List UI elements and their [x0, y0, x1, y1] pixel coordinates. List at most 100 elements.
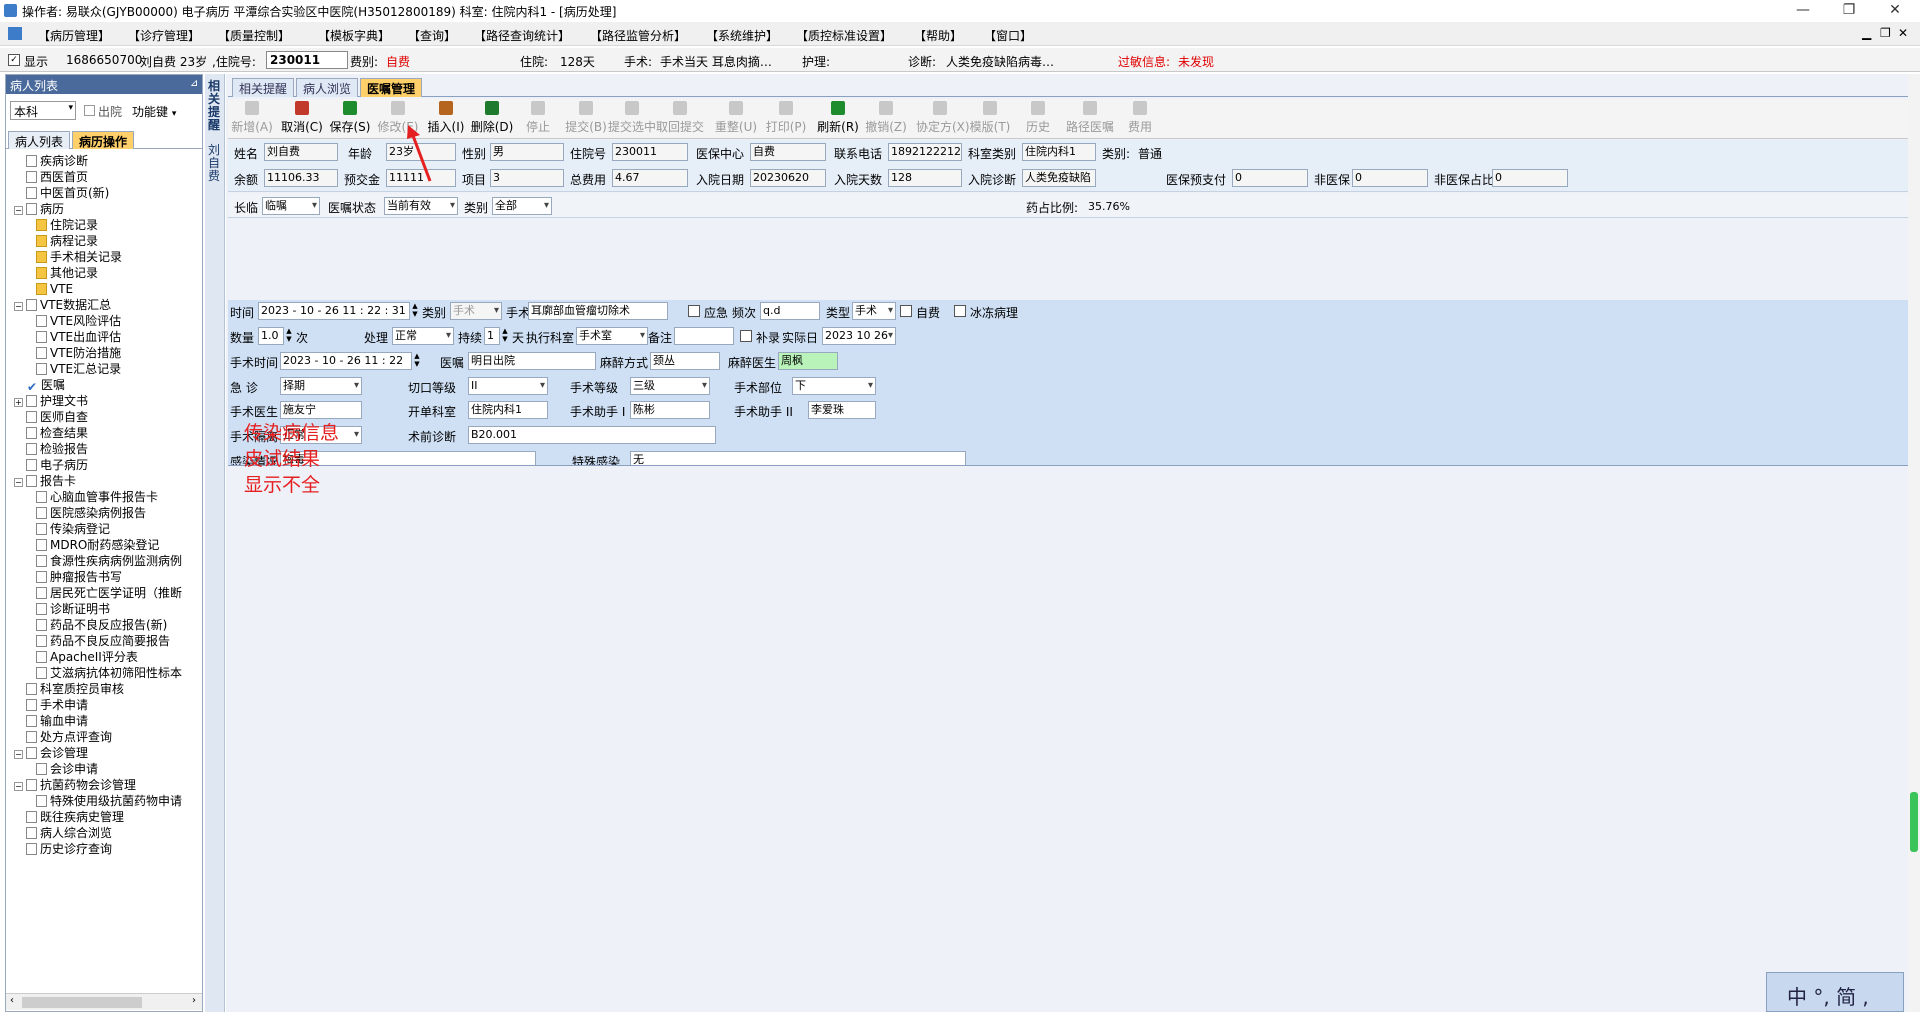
- toolbar-button-revoke[interactable]: 撤销(Z): [862, 101, 910, 137]
- pin-icon[interactable]: ⊿: [190, 78, 198, 89]
- tree-item[interactable]: 既往疾病史管理: [14, 809, 124, 825]
- tree-horizontal-scrollbar[interactable]: ‹ ›: [6, 993, 202, 1010]
- tree-item[interactable]: 传染病登记: [36, 521, 110, 537]
- total-fee-field[interactable]: 4.67: [612, 169, 688, 187]
- tree-item[interactable]: VTE出血评估: [36, 329, 121, 345]
- toolbar-button-delete[interactable]: 删除(D): [468, 101, 516, 137]
- tree-item[interactable]: 食源性疾病病例监测病例: [36, 553, 182, 569]
- menu-record-management[interactable]: 【病历管理】: [38, 27, 110, 44]
- tree-item[interactable]: 输血申请: [14, 713, 88, 729]
- toolbar-button-refresh[interactable]: 刷新(R): [814, 101, 862, 137]
- mdi-minimize-icon[interactable]: ▁: [1862, 26, 1871, 40]
- toolbar-button-fee[interactable]: 费用: [1116, 101, 1164, 137]
- close-button[interactable]: ✕: [1872, 0, 1918, 22]
- tree-item[interactable]: 药品不良反应简要报告: [36, 633, 170, 649]
- scrollbar-thumb[interactable]: [1910, 792, 1918, 852]
- mdi-close-icon[interactable]: ✕: [1898, 26, 1908, 40]
- tree-item[interactable]: 西医首页: [14, 169, 88, 185]
- incision-select[interactable]: II: [468, 377, 548, 395]
- mdi-restore-icon[interactable]: ❐: [1880, 26, 1891, 40]
- op-level-select[interactable]: 三级: [630, 377, 710, 395]
- tree-item[interactable]: 医院感染病例报告: [36, 505, 146, 521]
- special-infection-field[interactable]: 无: [630, 451, 966, 465]
- frozen-pathology-checkbox[interactable]: [954, 305, 966, 317]
- toolbar-button-stop[interactable]: 停止: [514, 101, 562, 137]
- tree-item[interactable]: 住院记录: [36, 217, 98, 233]
- tree-item[interactable]: VTE风险评估: [36, 313, 121, 329]
- ime-widget[interactable]: 中 °, 简 ,: [1766, 972, 1904, 1012]
- toolbar-button-template[interactable]: 模版(T): [966, 101, 1014, 137]
- menu-treatment-management[interactable]: 【诊疗管理】: [128, 27, 200, 44]
- collapse-icon[interactable]: −: [14, 750, 23, 759]
- admission-no-field[interactable]: 230011: [612, 143, 688, 161]
- tree-item[interactable]: 药品不良反应报告(新): [36, 617, 167, 633]
- prepay-field[interactable]: 0: [1232, 169, 1308, 187]
- duration-field[interactable]: 1: [484, 327, 500, 345]
- tree-item[interactable]: VTE: [36, 281, 73, 297]
- tree-item[interactable]: ✔ 医嘱: [14, 377, 65, 394]
- tree-item[interactable]: 会诊申请: [36, 761, 98, 777]
- tree-item[interactable]: − 病历: [14, 201, 64, 217]
- handling-select[interactable]: 正常: [392, 327, 454, 345]
- order-status-select[interactable]: 当前有效: [384, 197, 458, 215]
- collapse-icon[interactable]: −: [14, 478, 23, 487]
- tab-patient-list[interactable]: 病人列表: [8, 131, 71, 149]
- emergency-select[interactable]: 择期: [280, 377, 362, 395]
- assistant2-field[interactable]: 李爱珠: [808, 401, 876, 419]
- admit-diagnosis-field[interactable]: 人类免疫缺陷: [1022, 169, 1096, 187]
- tree-item[interactable]: 心脑血管事件报告卡: [36, 489, 158, 505]
- collapse-icon[interactable]: −: [14, 782, 23, 791]
- tree-item[interactable]: 科室质控员审核: [14, 681, 124, 697]
- collapse-icon[interactable]: −: [14, 302, 23, 311]
- toolbar-button-undo[interactable]: 取消(C): [278, 101, 326, 137]
- tree-item[interactable]: 手术申请: [14, 697, 88, 713]
- tree-item[interactable]: 其他记录: [36, 265, 98, 281]
- admission-number[interactable]: 230011: [266, 51, 348, 69]
- tree-item[interactable]: 疾病诊断: [14, 153, 88, 169]
- tree-item[interactable]: 检验报告: [14, 441, 88, 457]
- sex-field[interactable]: 男: [490, 143, 564, 161]
- self-pay-checkbox[interactable]: [900, 305, 912, 317]
- menu-window[interactable]: 【窗口】: [984, 27, 1032, 44]
- tab-record-operations[interactable]: 病历操作: [72, 131, 135, 149]
- toolbar-button-print[interactable]: 打印(P): [762, 101, 810, 137]
- exec-dept-select[interactable]: 手术室: [576, 327, 648, 345]
- anes-method-field[interactable]: 颈丛: [650, 352, 720, 370]
- tree-item[interactable]: + 护理文书: [14, 393, 88, 409]
- tree-item[interactable]: 肿瘤报告书写: [36, 569, 122, 585]
- maximize-button[interactable]: ❐: [1826, 0, 1872, 22]
- items-field[interactable]: 3: [490, 169, 564, 187]
- assistant1-field[interactable]: 陈彬: [630, 401, 710, 419]
- non-insured-ratio-field[interactable]: 0: [1492, 169, 1568, 187]
- toolbar-button-add[interactable]: 新增(A): [228, 101, 276, 137]
- time-spinner-icon[interactable]: ▲ ▼: [410, 302, 420, 320]
- tree-item[interactable]: 特殊使用级抗菌药物申请: [36, 793, 182, 809]
- tree-item[interactable]: VTE防治措施: [36, 345, 121, 361]
- related-reminders-vertical-tab[interactable]: 相关提醒: [208, 80, 222, 132]
- filter-category-select[interactable]: 全部: [492, 197, 552, 215]
- advice-field[interactable]: 明日出院: [468, 352, 596, 370]
- discharge-checkbox[interactable]: [84, 105, 95, 116]
- quantity-field[interactable]: 1.0: [258, 327, 284, 345]
- tree-item[interactable]: 电子病历: [14, 457, 88, 473]
- tree-item[interactable]: 手术相关记录: [36, 249, 122, 265]
- menu-pathway-supervision[interactable]: 【路径监管分析】: [590, 27, 686, 44]
- name-field[interactable]: 刘自费: [264, 143, 338, 161]
- tree-item[interactable]: 处方点评查询: [14, 729, 112, 745]
- balance-field[interactable]: 11106.33: [264, 169, 338, 187]
- main-vertical-scrollbar[interactable]: [1908, 74, 1920, 1012]
- menu-pathway-statistics[interactable]: 【路径查询统计】: [474, 27, 570, 44]
- makeup-checkbox[interactable]: [740, 330, 752, 342]
- toolbar-button-reorganize[interactable]: 重整(U): [712, 101, 760, 137]
- tree-item[interactable]: MDRO耐药感染登记: [36, 537, 159, 553]
- tree-item[interactable]: 居民死亡医学证明（推断: [36, 585, 182, 601]
- dept-combo[interactable]: 本科 ▾: [10, 101, 76, 120]
- tree-item[interactable]: 检查结果: [14, 425, 88, 441]
- toolbar-button-history[interactable]: 历史: [1014, 101, 1062, 137]
- tree-item[interactable]: − 报告卡: [14, 473, 76, 489]
- dept-field[interactable]: 住院内科1: [1022, 143, 1096, 161]
- admit-date-field[interactable]: 20230620: [750, 169, 826, 187]
- order-category-select[interactable]: 手术: [450, 302, 502, 320]
- tree-item[interactable]: − 会诊管理: [14, 745, 88, 761]
- show-checkbox[interactable]: ✓: [8, 54, 20, 66]
